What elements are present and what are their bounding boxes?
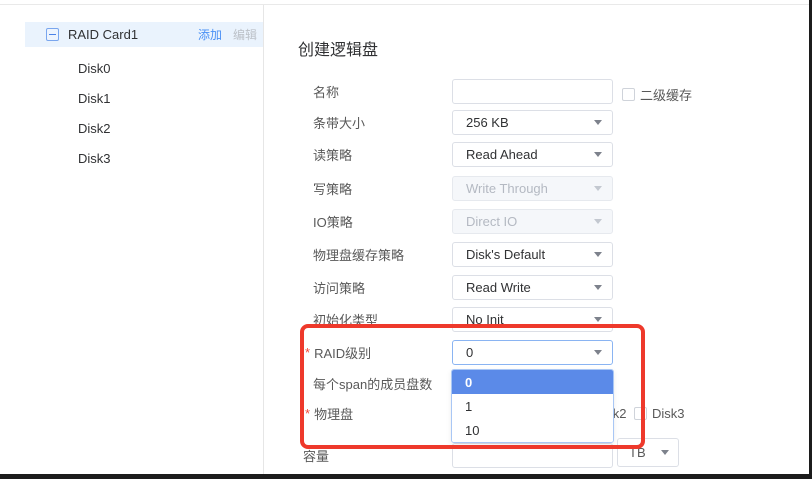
pd-cache-policy-value: Disk's Default (466, 247, 594, 262)
init-type-value: No Init (466, 312, 594, 327)
write-policy-label: 写策略 (313, 176, 352, 201)
add-link[interactable]: 添加 (198, 26, 222, 43)
capacity-label: 容量 (303, 443, 329, 468)
io-policy-value: Direct IO (466, 214, 594, 229)
physical-disks-label: * 物理盘 (305, 401, 353, 426)
chevron-down-icon (594, 317, 602, 322)
raid-level-option-1[interactable]: 1 (452, 394, 613, 418)
init-type-label: 初始化类型 (313, 307, 378, 332)
sidebar-right-border (263, 5, 264, 474)
edit-link[interactable]: 编辑 (233, 26, 257, 43)
read-policy-label: 读策略 (313, 142, 352, 167)
page-title: 创建逻辑盘 (298, 36, 378, 60)
tree-node-raid-card[interactable]: RAID Card1 添加 编辑 (25, 22, 263, 47)
access-policy-label: 访问策略 (313, 275, 365, 300)
raid-level-option-10[interactable]: 10 (452, 418, 613, 442)
tree-node-disk2[interactable]: Disk2 (25, 115, 263, 141)
read-policy-value: Read Ahead (466, 147, 594, 162)
read-policy-select[interactable]: Read Ahead (452, 142, 613, 167)
stripe-size-value: 256 KB (466, 115, 594, 130)
form-row-pd-cache-policy: 物理盘缓存策略 Disk's Default (283, 242, 809, 267)
access-policy-value: Read Write (466, 280, 594, 295)
chevron-down-icon (594, 350, 602, 355)
pd-cache-policy-select[interactable]: Disk's Default (452, 242, 613, 267)
capacity-input[interactable] (452, 443, 613, 468)
raid-config-page: RAID Card1 添加 编辑 Disk0 Disk1 Disk2 Disk3… (0, 0, 812, 479)
form-row-init-type: 初始化类型 No Init (283, 307, 809, 332)
disk3-checkbox[interactable] (634, 407, 647, 420)
secondary-cache-label: 二级缓存 (640, 85, 692, 104)
chevron-down-icon (594, 120, 602, 125)
chevron-down-icon (594, 186, 602, 191)
chevron-down-icon (661, 450, 669, 455)
name-input[interactable] (452, 79, 613, 104)
tree-node-disk0[interactable]: Disk0 (25, 55, 263, 81)
disk3-check-item[interactable]: Disk3 (634, 406, 680, 421)
collapse-icon[interactable] (46, 28, 59, 41)
create-logical-disk-panel: 创建逻辑盘 名称 二级缓存 条带大小 256 KB 读策略 Read Ahea (283, 5, 809, 474)
required-mark: * (305, 406, 310, 421)
pd-cache-policy-label: 物理盘缓存策略 (313, 242, 404, 267)
tree-node-disk1[interactable]: Disk1 (25, 85, 263, 111)
io-policy-label: IO策略 (313, 209, 353, 234)
raid-card-label: RAID Card1 (68, 27, 187, 42)
form-row-read-policy: 读策略 Read Ahead (283, 142, 809, 167)
chevron-down-icon (594, 252, 602, 257)
stripe-size-select[interactable]: 256 KB (452, 110, 613, 135)
tree-node-disk3[interactable]: Disk3 (25, 145, 263, 171)
required-mark: * (305, 345, 310, 360)
span-members-label: 每个span的成员盘数 (313, 371, 432, 396)
form-row-io-policy: IO策略 Direct IO (283, 209, 809, 234)
chevron-down-icon (594, 285, 602, 290)
raid-level-label: * RAID级别 (305, 340, 371, 365)
chevron-down-icon (594, 219, 602, 224)
form-row-write-policy: 写策略 Write Through (283, 176, 809, 201)
form-row-stripe-size: 条带大小 256 KB (283, 110, 809, 135)
secondary-cache-checkbox[interactable] (622, 88, 635, 101)
capacity-unit-select[interactable]: TB (617, 438, 679, 467)
name-label: 名称 (313, 79, 339, 104)
stripe-size-label: 条带大小 (313, 110, 365, 135)
raid-level-option-0[interactable]: 0 (452, 370, 613, 394)
form-row-capacity: 容量 (283, 443, 809, 468)
chevron-down-icon (594, 152, 602, 157)
write-policy-select: Write Through (452, 176, 613, 201)
form-row-access-policy: 访问策略 Read Write (283, 275, 809, 300)
raid-level-value: 0 (466, 345, 594, 360)
form-row-name: 名称 二级缓存 (283, 79, 809, 104)
io-policy-select: Direct IO (452, 209, 613, 234)
capacity-unit-value: TB (629, 445, 661, 460)
form-row-raid-level: * RAID级别 0 (283, 340, 809, 365)
raid-tree-sidebar: RAID Card1 添加 编辑 Disk0 Disk1 Disk2 Disk3 (25, 5, 263, 474)
raid-level-dropdown: 0 1 10 (451, 369, 614, 443)
screenshot-bottom-border (0, 474, 812, 479)
access-policy-select[interactable]: Read Write (452, 275, 613, 300)
write-policy-value: Write Through (466, 181, 594, 196)
init-type-select[interactable]: No Init (452, 307, 613, 332)
raid-level-select[interactable]: 0 (452, 340, 613, 365)
